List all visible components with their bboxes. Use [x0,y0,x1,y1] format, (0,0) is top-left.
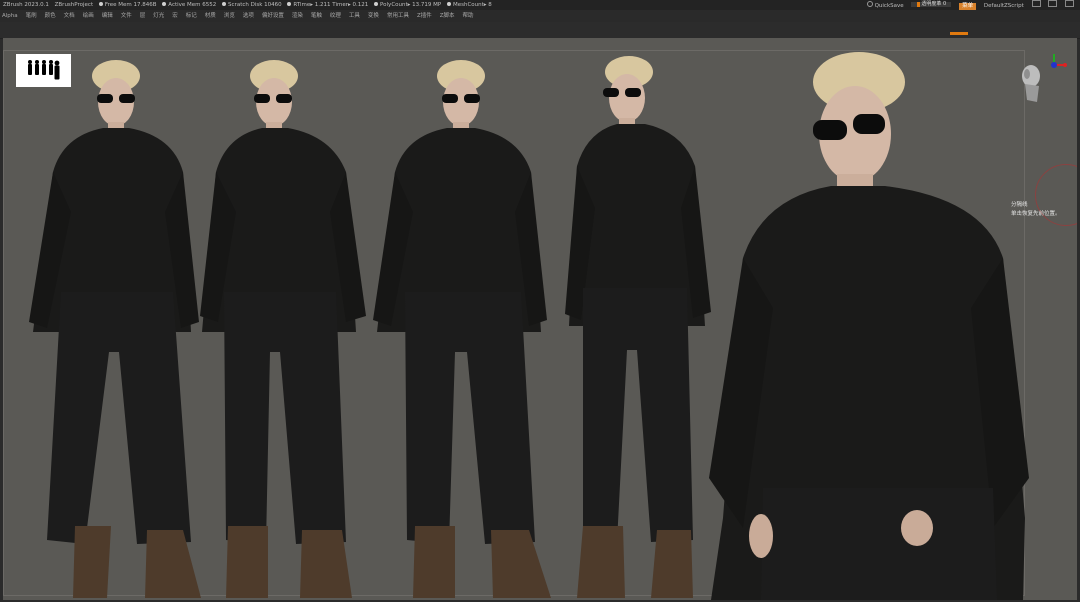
boot-icon [577,526,625,598]
menu-item[interactable]: Z脚本 [440,13,455,19]
menu-item[interactable]: 标记 [186,13,197,19]
default-zscript-button[interactable]: DefaultZScript [984,3,1024,9]
menu-item[interactable]: 笔刷 [26,13,37,19]
boot-icon [413,526,455,598]
pants [47,292,191,544]
slider-fill [917,2,920,7]
transparency-slider[interactable]: 透明度革 0 [911,1,952,7]
status-dot-icon [222,2,227,6]
sunglasses-icon [603,88,619,97]
title-bar-right: QuickSave 透明度革 0 菜单 DefaultZScript [861,0,1074,10]
menu-item[interactable]: 偏好设置 [262,13,284,19]
menu-item[interactable]: 纹理 [330,13,341,19]
stat-free-mem: Free Mem 17.846B [98,2,157,8]
menu-item[interactable]: 绘画 [83,13,94,19]
project-name[interactable]: ZBrushProject [55,2,93,8]
menu-item[interactable]: 宏 [172,13,178,19]
stat-meshcount: MeshCount▸ 8 [446,2,492,8]
sub-toolbar [0,22,1080,39]
character-model-2[interactable] [196,52,376,600]
hand [749,514,773,558]
menu-item[interactable]: 编辑 [102,13,113,19]
stat-active-mem: Active Mem 6552 [162,2,216,8]
menu-item[interactable]: 文档 [64,13,75,19]
menu-item[interactable]: 工具 [349,13,360,19]
menu-item[interactable]: 灯光 [153,13,164,19]
menu-item[interactable]: 变换 [368,13,379,19]
status-dot-icon [287,2,292,6]
menus-button[interactable]: 菜单 [959,3,977,10]
status-dot-icon [98,2,103,6]
menu-item[interactable]: 常用工具 [387,13,409,19]
menu-item[interactable]: 层 [140,13,146,19]
sunglasses-icon [442,94,458,103]
stat-scratch-disk: Scratch Disk 10460 [222,2,282,8]
stat-rtime: RTime▸ 1.211 Timer▸ 0.121 [287,2,368,8]
sunglasses-icon [254,94,270,103]
character-model-closeup[interactable] [703,48,1033,600]
active-indicator [950,32,968,35]
menu-item[interactable]: Alpha [2,13,18,19]
character-model-4[interactable] [561,50,721,600]
status-dot-icon [374,2,379,6]
app-version: ZBrush 2023.0.1 [3,2,49,8]
character-model-1[interactable] [23,52,213,600]
stat-polycount: PolyCount▸ 13.719 MP [374,2,441,8]
slider-label: 透明度革 0 [921,1,947,7]
menu-item[interactable]: 笔触 [311,13,322,19]
title-bar: ZBrush 2023.0.1 ZBrushProject Free Mem 1… [0,0,1080,10]
character-model-3[interactable] [369,52,559,600]
sunglasses-icon [97,94,113,103]
sunglasses-icon [813,120,847,140]
menu-item[interactable]: 渲染 [292,13,303,19]
status-dot-icon [446,2,451,6]
viewport-canvas[interactable]: 分隔线 单击恢复先前位置。 [3,38,1077,600]
status-dot-icon [162,2,167,6]
menu-item[interactable]: Z插件 [417,13,432,19]
menu-item[interactable]: 选项 [243,13,254,19]
menu-item[interactable]: 材质 [205,13,216,19]
save-icon [866,1,873,7]
menu-item[interactable]: 文件 [121,13,132,19]
menu-item[interactable]: 颜色 [45,13,56,19]
boot-icon [73,526,111,598]
boot-icon [226,526,268,598]
menu-item[interactable]: 帮助 [463,13,474,19]
menu-bar: Alpha 笔刷 颜色 文档 绘画 编辑 文件 层 灯光 宏 标记 材质 浏览 选项 偏好设置 渲染 笔触 纹理 工… [0,10,1080,22]
window-close-icon[interactable] [1065,0,1074,7]
quicksave-button[interactable]: QuickSave [866,1,904,9]
window-minimize-icon[interactable] [1048,0,1058,7]
window-restore-icon[interactable] [1031,0,1041,7]
title-bar-left: ZBrush 2023.0.1 ZBrushProject Free Mem 1… [3,0,496,10]
menu-item[interactable]: 浏览 [224,13,235,19]
